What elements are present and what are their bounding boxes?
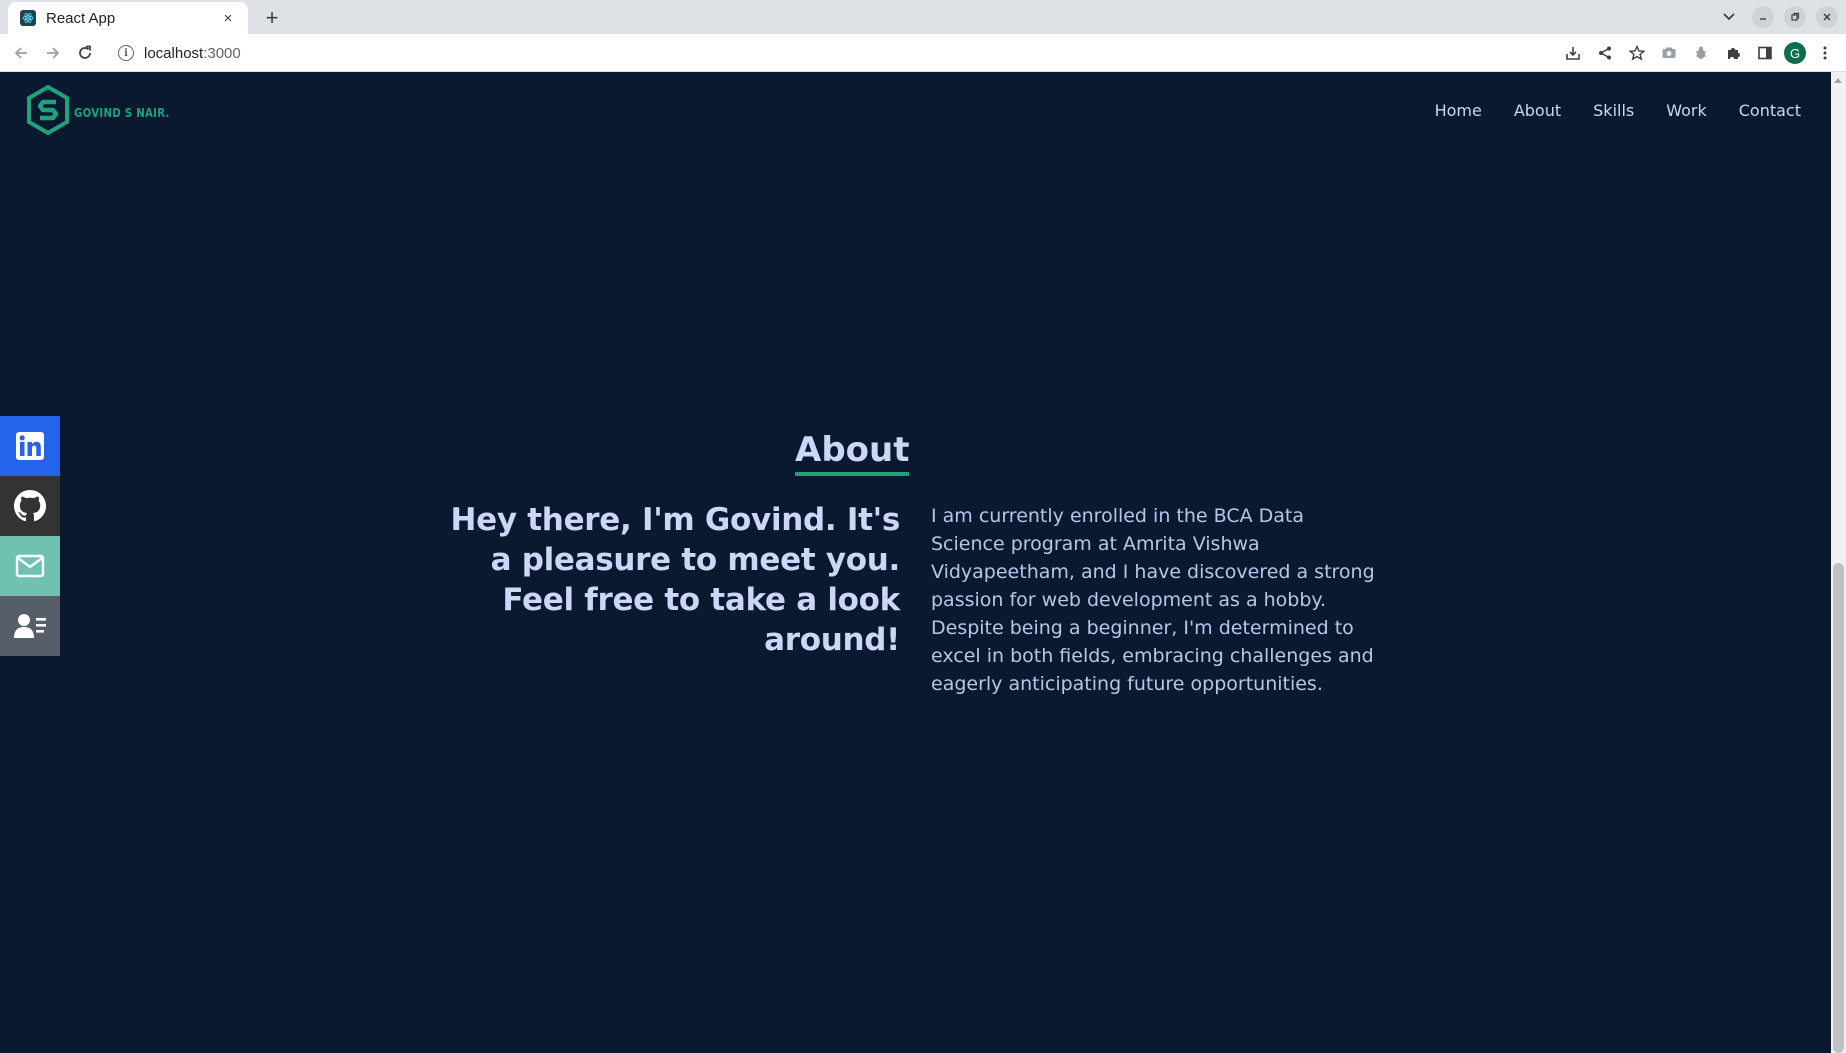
nav-skills[interactable]: Skills [1593, 101, 1634, 120]
about-description: I am currently enrolled in the BCA Data … [931, 505, 1375, 695]
site-logo[interactable]: GOVIND S NAIR. [26, 85, 187, 135]
extension-bug-icon[interactable] [1688, 40, 1714, 66]
url-port: :3000 [203, 44, 241, 62]
minimize-icon[interactable] [1752, 6, 1774, 28]
github-link[interactable] [0, 476, 60, 536]
tab-search-icon[interactable] [1716, 4, 1742, 30]
browser-toolbar: i localhost:3000 G [0, 34, 1846, 72]
about-greeting: Hey there, I'm Govind. It's a pleasure t… [450, 502, 901, 658]
about-title: About [795, 430, 910, 476]
close-window-icon[interactable] [1816, 6, 1838, 28]
logo-text: GOVIND S NAIR. [74, 106, 170, 120]
window-controls [1716, 4, 1838, 30]
scroll-up-arrow-icon[interactable] [1834, 78, 1842, 83]
nav-contact[interactable]: Contact [1739, 101, 1801, 120]
nav-home[interactable]: Home [1435, 101, 1482, 120]
install-app-icon[interactable] [1560, 40, 1586, 66]
profile-avatar[interactable]: G [1784, 42, 1806, 64]
resume-icon [14, 614, 46, 638]
forward-icon[interactable] [40, 40, 66, 66]
browser-tab-strip: React App × + [0, 0, 1846, 34]
share-icon[interactable] [1592, 40, 1618, 66]
browser-tab[interactable]: React App × [8, 2, 248, 34]
nav-about[interactable]: About [1514, 101, 1561, 120]
email-link[interactable] [0, 536, 60, 596]
nav-work[interactable]: Work [1666, 101, 1707, 120]
social-links-bar [0, 416, 60, 656]
scrollbar-thumb[interactable] [1833, 563, 1844, 1053]
mail-icon [15, 554, 45, 578]
react-favicon-icon [20, 10, 36, 26]
github-icon [14, 490, 46, 522]
extensions-puzzle-icon[interactable] [1720, 40, 1746, 66]
browser-menu-icon[interactable] [1812, 40, 1838, 66]
site-info-icon[interactable]: i [118, 45, 134, 61]
new-tab-button[interactable]: + [258, 4, 286, 32]
url-host: localhost [144, 44, 204, 62]
reload-icon[interactable] [72, 40, 98, 66]
address-bar[interactable]: i localhost:3000 [110, 39, 1520, 67]
camera-icon[interactable] [1656, 40, 1682, 66]
logo-hexagon-icon [27, 85, 69, 135]
side-panel-icon[interactable] [1752, 40, 1778, 66]
linkedin-link[interactable] [0, 416, 60, 476]
tab-title: React App [46, 9, 116, 27]
main-nav: Home About Skills Work Contact [1435, 101, 1801, 120]
tab-close-icon[interactable]: × [218, 10, 238, 27]
back-icon[interactable] [8, 40, 34, 66]
about-section-title: About [795, 430, 910, 476]
restore-icon[interactable] [1784, 6, 1806, 28]
bookmark-star-icon[interactable] [1624, 40, 1650, 66]
page-viewport: GOVIND S NAIR. Home About Skills Work Co… [0, 72, 1831, 1053]
toolbar-actions: G [1560, 40, 1838, 66]
resume-link[interactable] [0, 596, 60, 656]
linkedin-icon [16, 432, 44, 460]
